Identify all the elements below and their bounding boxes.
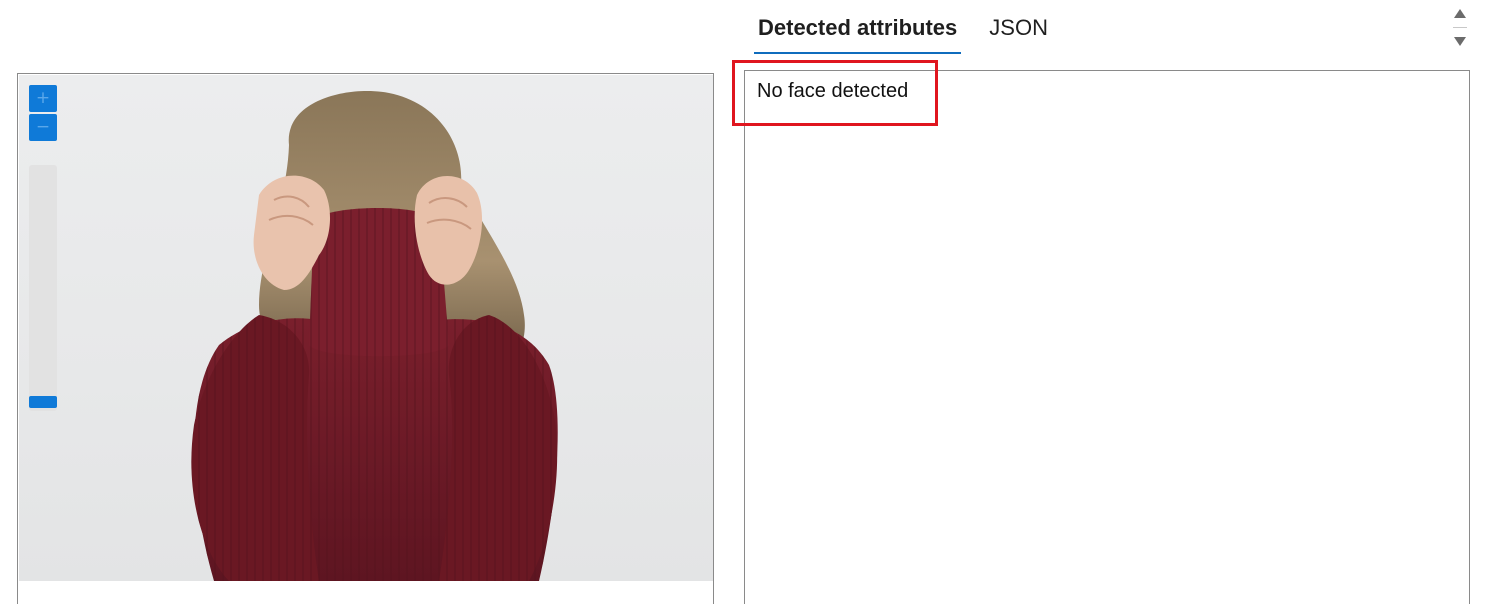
result-tabs: Detected attributes JSON	[754, 0, 1052, 56]
highlight-annotation	[732, 60, 938, 126]
result-panel	[744, 70, 1470, 604]
tab-detected-attributes[interactable]: Detected attributes	[754, 0, 962, 54]
plus-icon: +	[35, 88, 51, 108]
zoom-slider[interactable]	[29, 165, 57, 411]
chevron-up-icon[interactable]	[1454, 9, 1466, 18]
minus-icon: −	[35, 117, 51, 137]
image-viewer[interactable]: + −	[17, 73, 714, 604]
zoom-slider-thumb[interactable]	[29, 396, 57, 408]
tab-json[interactable]: JSON	[985, 0, 1052, 54]
zoom-in-button[interactable]: +	[29, 85, 57, 112]
app-root: + − Detected attributes JSON No face det…	[0, 0, 1491, 604]
uploaded-photo	[19, 75, 713, 581]
scroll-divider	[1453, 27, 1467, 28]
zoom-out-button[interactable]: −	[29, 114, 57, 141]
chevron-down-icon[interactable]	[1454, 37, 1466, 46]
scroll-control	[1451, 4, 1469, 52]
